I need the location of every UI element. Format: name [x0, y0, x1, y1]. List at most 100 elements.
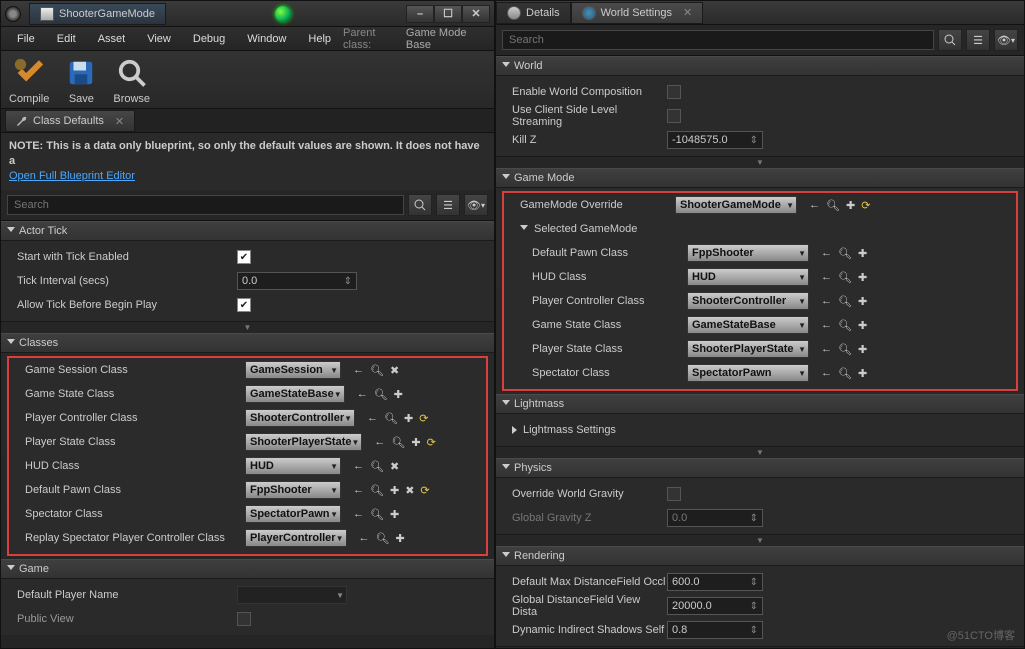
use-arrow-icon[interactable]: ← [821, 247, 832, 259]
checkbox[interactable] [237, 250, 251, 264]
section-game mode[interactable]: Game Mode [496, 168, 1024, 188]
section-actor-tick[interactable]: Actor Tick [1, 221, 494, 241]
add-icon[interactable]: ✚ [858, 319, 867, 332]
search-input-right[interactable] [502, 30, 934, 50]
text-dropdown[interactable]: ▼ [237, 586, 347, 604]
use-arrow-icon[interactable]: ← [809, 199, 820, 211]
search-input[interactable] [7, 195, 404, 215]
menu-help[interactable]: Help [298, 30, 341, 48]
reset-icon[interactable]: ✖ [390, 364, 399, 377]
find-icon[interactable]: 🔍︎ [370, 484, 384, 497]
expand-bar[interactable] [1, 321, 494, 333]
add-icon[interactable]: ✚ [411, 436, 420, 449]
find-icon[interactable]: 🔍︎ [370, 364, 384, 377]
class-dropdown[interactable]: ShooterPlayerState▼ [687, 340, 809, 358]
add-icon[interactable]: ✚ [390, 484, 399, 497]
add-icon[interactable]: ✚ [858, 343, 867, 356]
expand-bar[interactable] [496, 156, 1024, 168]
reset-icon[interactable]: ✖ [390, 460, 399, 473]
compile-button[interactable]: Compile [9, 55, 49, 105]
right-scroll[interactable]: WorldEnable World CompositionUse Client … [496, 56, 1024, 648]
find-icon[interactable]: 🔍︎ [376, 532, 390, 545]
find-icon[interactable]: 🔍︎ [838, 295, 852, 308]
use-arrow-icon[interactable]: ← [821, 319, 832, 331]
section-lightmass[interactable]: Lightmass [496, 394, 1024, 414]
class-dropdown[interactable]: HUD▼ [245, 457, 341, 475]
class-dropdown[interactable]: HUD▼ [687, 268, 809, 286]
expand-bar[interactable] [496, 534, 1024, 546]
class-defaults-tab[interactable]: Class Defaults ✕ [5, 110, 135, 132]
class-dropdown[interactable]: PlayerController▼ [245, 529, 347, 547]
default-icon[interactable]: ⟳ [427, 436, 436, 449]
find-icon[interactable]: 🔍︎ [370, 508, 384, 521]
use-arrow-icon[interactable]: ← [353, 508, 364, 520]
number-input[interactable]: 0.8⇕ [667, 621, 763, 639]
expand-bar[interactable] [496, 446, 1024, 458]
use-arrow-icon[interactable]: ← [353, 364, 364, 376]
find-icon[interactable]: 🔍︎ [838, 367, 852, 380]
find-icon[interactable]: 🔍︎ [838, 343, 852, 356]
list-view-button[interactable]: ☰ [966, 29, 990, 51]
class-dropdown[interactable]: SpectatorPawn▼ [245, 505, 341, 523]
menu-file[interactable]: File [7, 30, 45, 48]
find-icon[interactable]: 🔍︎ [838, 271, 852, 284]
use-arrow-icon[interactable]: ← [821, 367, 832, 379]
find-icon[interactable]: 🔍︎ [374, 388, 388, 401]
checkbox[interactable] [667, 487, 681, 501]
class-dropdown[interactable]: GameStateBase▼ [687, 316, 809, 334]
subsection[interactable]: Selected GameMode [504, 217, 1016, 241]
number-input[interactable]: 0.0⇕ [667, 509, 763, 527]
class-dropdown[interactable]: FppShooter▼ [687, 244, 809, 262]
class-dropdown[interactable]: GameStateBase▼ [245, 385, 345, 403]
find-icon[interactable]: 🔍︎ [384, 412, 398, 425]
search-button[interactable] [938, 29, 962, 51]
class-dropdown[interactable]: ShooterController▼ [245, 409, 355, 427]
find-icon[interactable]: 🔍︎ [391, 436, 405, 449]
parent-class-link[interactable]: Game Mode Base [406, 27, 488, 51]
add-icon[interactable]: ✚ [858, 367, 867, 380]
asset-tab[interactable]: ShooterGameMode [29, 3, 166, 25]
class-dropdown[interactable]: SpectatorPawn▼ [687, 364, 809, 382]
section-rendering[interactable]: Rendering [496, 546, 1024, 566]
number-input[interactable]: -1048575.0⇕ [667, 131, 763, 149]
use-arrow-icon[interactable]: ← [357, 388, 368, 400]
find-icon[interactable]: 🔍︎ [826, 199, 840, 212]
section-game[interactable]: Game [1, 559, 494, 579]
number-input[interactable]: 600.0⇕ [667, 573, 763, 591]
checkbox[interactable] [237, 612, 251, 626]
add-icon[interactable]: ✚ [858, 247, 867, 260]
use-arrow-icon[interactable]: ← [367, 412, 378, 424]
use-arrow-icon[interactable]: ← [353, 460, 364, 472]
open-full-editor-link[interactable]: Open Full Blueprint Editor [9, 170, 135, 182]
section-world[interactable]: World [496, 56, 1024, 76]
use-arrow-icon[interactable]: ← [821, 343, 832, 355]
checkbox[interactable] [237, 298, 251, 312]
add-icon[interactable]: ✚ [858, 271, 867, 284]
save-button[interactable]: Save [63, 55, 99, 105]
class-dropdown[interactable]: ShooterGameMode▼ [675, 196, 797, 214]
close-icon[interactable]: ✕ [115, 115, 124, 128]
visibility-button[interactable]: 👁▾ [994, 29, 1018, 51]
add-icon[interactable]: ✚ [394, 388, 403, 401]
menu-view[interactable]: View [137, 30, 181, 48]
close-icon[interactable]: ✕ [683, 6, 692, 19]
checkbox[interactable] [667, 109, 681, 123]
browse-button[interactable]: Browse [113, 55, 150, 105]
reset-icon[interactable]: ✖ [405, 484, 414, 497]
find-icon[interactable]: 🔍︎ [838, 319, 852, 332]
find-icon[interactable]: 🔍︎ [370, 460, 384, 473]
class-dropdown[interactable]: ShooterController▼ [687, 292, 809, 310]
section-classes[interactable]: Classes [1, 333, 494, 353]
default-icon[interactable]: ⟳ [420, 484, 429, 497]
find-icon[interactable]: 🔍︎ [838, 247, 852, 260]
search-button[interactable] [408, 194, 432, 216]
expand-icon[interactable] [512, 426, 517, 434]
menu-edit[interactable]: Edit [47, 30, 86, 48]
window-close[interactable]: ✕ [462, 5, 490, 23]
class-dropdown[interactable]: GameSession▼ [245, 361, 341, 379]
use-arrow-icon[interactable]: ← [359, 532, 370, 544]
use-arrow-icon[interactable]: ← [821, 271, 832, 283]
add-icon[interactable]: ✚ [858, 295, 867, 308]
use-arrow-icon[interactable]: ← [353, 484, 364, 496]
world-settings-tab[interactable]: World Settings ✕ [571, 2, 704, 24]
